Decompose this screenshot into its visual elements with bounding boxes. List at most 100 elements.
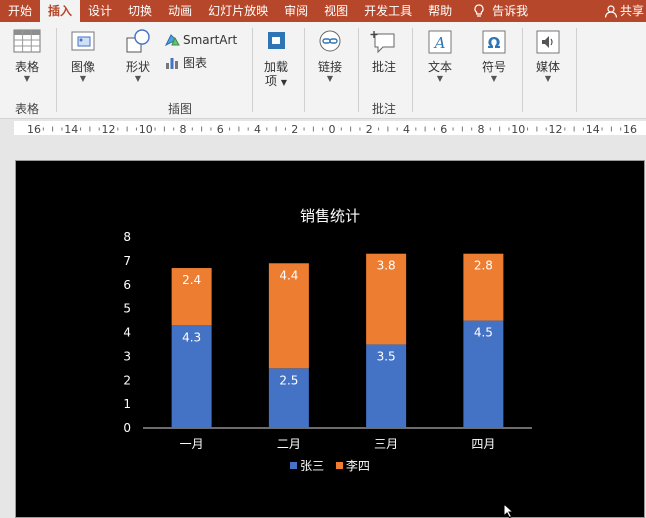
comment-icon: [370, 31, 395, 54]
ruler-label: 4: [403, 123, 410, 136]
dropdown-arrow-icon: ▼: [436, 74, 444, 83]
tab-insert[interactable]: 插入: [40, 0, 81, 22]
ruler-label: 0: [329, 123, 336, 136]
group-label-comments: 批注: [371, 102, 396, 116]
tab-developer[interactable]: 开发工具: [356, 0, 420, 22]
ruler-label: 8: [180, 123, 187, 136]
tell-me-box[interactable]: 告诉我: [490, 0, 536, 22]
tab-animations[interactable]: 动画: [160, 0, 200, 22]
ribbon-separator: [522, 28, 523, 112]
ruler-label: 2: [291, 123, 298, 136]
data-label: 2.8: [474, 259, 493, 273]
data-label: 2.5: [279, 373, 298, 387]
ruler-scale: 16 14 12 10 8 6 4 2 0 2 4 6 8 10 12 14 16: [27, 123, 637, 136]
addins-button[interactable]: 加载 项 ▼: [252, 28, 300, 90]
addins-icon: [268, 32, 285, 49]
tab-view[interactable]: 视图: [316, 0, 356, 22]
group-label-tables: 表格: [14, 102, 39, 116]
legend-swatch: [290, 462, 298, 469]
ruler-label: 10: [139, 123, 153, 136]
data-label: 4.4: [279, 268, 298, 282]
comment-button[interactable]: 批注: [360, 28, 408, 74]
ruler-label: 14: [64, 123, 78, 136]
tab-transitions[interactable]: 切换: [120, 0, 160, 22]
table-icon: [13, 29, 41, 53]
chart-title: 销售统计: [299, 207, 360, 225]
ruler-label: 8: [478, 123, 485, 136]
data-label: 4.3: [182, 330, 201, 344]
image-icon: [71, 31, 95, 51]
shapes-icon: [126, 29, 150, 53]
ribbon-separator: [56, 28, 57, 112]
ruler-label: 16: [623, 123, 637, 136]
dropdown-arrow-icon: ▼: [544, 74, 552, 83]
shapes-button[interactable]: 形状 ▼: [114, 28, 162, 84]
ribbon-separator: [358, 28, 359, 112]
ruler-label: 4: [254, 123, 261, 136]
tab-help[interactable]: 帮助: [420, 0, 460, 22]
chart-button[interactable]: 图表: [164, 54, 207, 71]
data-label: 3.8: [377, 259, 396, 273]
tab-home[interactable]: 开始: [0, 0, 40, 22]
y-tick-label: 6: [123, 278, 131, 292]
smartart-button[interactable]: SmartArt: [164, 32, 237, 48]
y-tick-label: 7: [123, 254, 131, 268]
link-button[interactable]: 链接 ▼: [306, 28, 354, 84]
ruler-label: 6: [217, 123, 224, 136]
image-button[interactable]: 图像 ▼: [59, 28, 107, 84]
legend-item-series-2: 李四: [335, 457, 370, 474]
omega-symbol-icon: Ω: [482, 30, 506, 54]
ruler-label: 10: [511, 123, 525, 136]
x-tick-label: 二月: [277, 437, 301, 451]
dropdown-arrow-icon: ▼: [280, 78, 287, 87]
tab-slideshow[interactable]: 幻灯片放映: [200, 0, 276, 22]
ruler-label: 2: [366, 123, 373, 136]
smartart-icon: [164, 34, 180, 47]
lightbulb-icon: [474, 4, 484, 17]
y-tick-label: 8: [123, 230, 131, 244]
data-label: 3.5: [377, 349, 396, 363]
y-tick-label: 0: [123, 421, 131, 435]
svg-text:Ω: Ω: [488, 34, 501, 52]
dropdown-arrow-icon: ▼: [326, 74, 334, 83]
ruler-label: 16: [27, 123, 41, 136]
link-icon: [319, 30, 341, 52]
legend-item-series-1: 张三: [290, 457, 324, 474]
svg-text:A: A: [433, 34, 446, 52]
x-tick-label: 四月: [471, 437, 495, 451]
slide-canvas[interactable]: 0 1 2 3 4 5 6 7 8 4.3 2.4 一月 2.5 4.4 二月 3.5 3.8 三月 4.5 2.8 四…: [15, 160, 645, 518]
horizontal-ruler: 16 14 12 10 8 6 4 2 0 2 4 6 8 10 12 14 16: [0, 119, 646, 137]
ruler-label: 12: [102, 123, 116, 136]
ribbon-separator: [304, 28, 305, 112]
y-tick-label: 1: [123, 397, 131, 411]
text-button[interactable]: A 文本 ▼: [416, 28, 464, 84]
chart-legend: 张三 李四: [16, 457, 644, 474]
dropdown-arrow-icon: ▼: [490, 74, 498, 83]
y-tick-label: 2: [123, 373, 131, 387]
media-button[interactable]: 媒体 ▼: [524, 28, 572, 84]
data-label: 4.5: [474, 326, 493, 340]
data-label: 2.4: [182, 273, 201, 287]
text-box-icon: A: [428, 30, 452, 54]
person-icon: [604, 5, 618, 18]
ruler-label: 6: [440, 123, 447, 136]
symbol-button[interactable]: Ω 符号 ▼: [470, 28, 518, 84]
ruler-label: 14: [586, 123, 600, 136]
x-tick-label: 三月: [374, 437, 398, 451]
tab-design[interactable]: 设计: [80, 0, 120, 22]
ruler-strip: 16 14 12 10 8 6 4 2 0 2 4 6 8 10 12 14 16: [14, 121, 646, 136]
mouse-cursor-icon: [503, 503, 515, 518]
dropdown-arrow-icon: ▼: [23, 74, 31, 83]
ribbon-separator: [576, 28, 577, 112]
y-tick-label: 5: [123, 302, 131, 316]
speaker-icon: [536, 30, 560, 54]
dropdown-arrow-icon: ▼: [134, 74, 142, 83]
ribbon-insert-panel: 表格 ▼ 表格 图像 ▼ 形状 ▼ SmartArt 图表 插图 加载 项 ▼ …: [0, 22, 646, 119]
table-button[interactable]: 表格 ▼: [3, 28, 51, 84]
bar-chart-icon: [166, 57, 178, 69]
share-button[interactable]: 共享: [620, 0, 646, 22]
tab-review[interactable]: 审阅: [276, 0, 316, 22]
dropdown-arrow-icon: ▼: [79, 74, 87, 83]
y-tick-label: 4: [123, 326, 131, 340]
ribbon-separator: [412, 28, 413, 112]
